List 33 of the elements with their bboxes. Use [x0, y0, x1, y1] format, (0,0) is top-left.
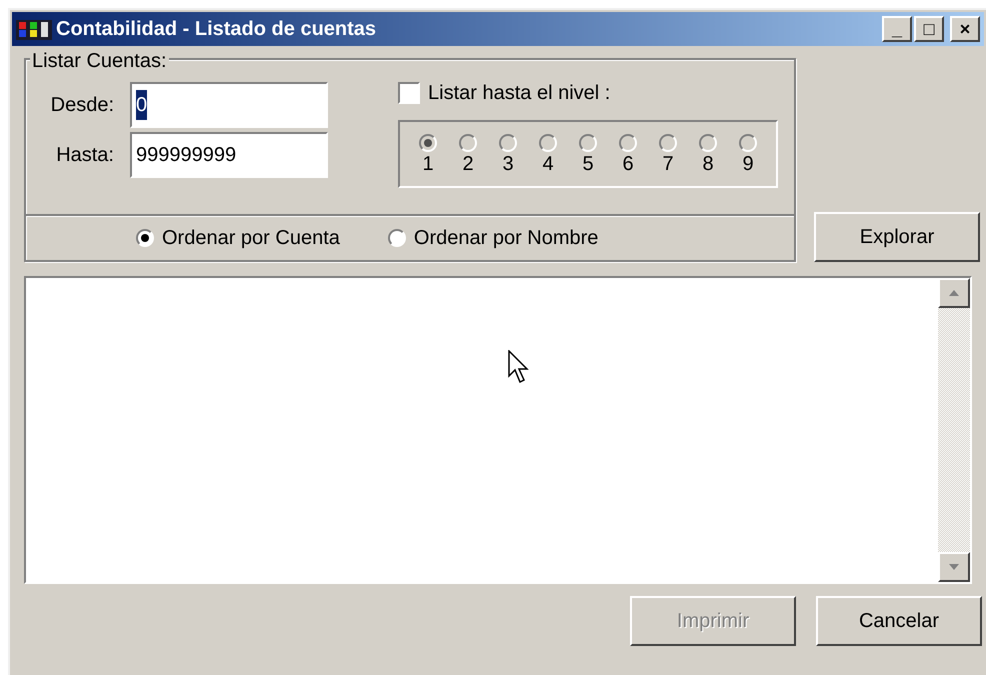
scroll-down-button[interactable] [938, 552, 970, 582]
button[interactable]: Cancelar [816, 596, 982, 646]
field-value: 0 [136, 90, 148, 120]
window-control-button[interactable]: _ [882, 16, 912, 42]
radio-label: Ordenar por Cuenta [162, 226, 340, 251]
radio-button[interactable] [388, 229, 406, 247]
input-field[interactable]: 0 [130, 82, 328, 128]
radio-label: 2 [462, 154, 474, 174]
window-control-button[interactable]: □ [914, 16, 944, 42]
button[interactable]: Explorar [814, 212, 980, 262]
radio-label: 5 [582, 154, 594, 174]
input-field[interactable]: 999999999 [130, 132, 328, 178]
window-control-button[interactable]: × [950, 16, 980, 42]
scroll-up-button[interactable] [938, 278, 970, 308]
down-arrow-icon [949, 564, 959, 570]
radio-label: 7 [662, 154, 674, 174]
scrollbar[interactable] [938, 278, 970, 582]
window-title: Contabilidad - Listado de cuentas [56, 17, 378, 42]
radio-label: 4 [542, 154, 554, 174]
checkbox[interactable] [398, 82, 420, 104]
field-value: 999999999 [136, 143, 236, 168]
checkbox-label: Listar hasta el nivel : [428, 81, 610, 106]
radio-label: 1 [422, 154, 434, 174]
radio-label: 6 [622, 154, 634, 174]
field-label: Hasta: [55, 143, 114, 168]
radio-label: 9 [742, 154, 754, 174]
field-label: Desde: [50, 93, 114, 118]
radio-button[interactable] [136, 229, 154, 247]
radio-label: Ordenar por Nombre [414, 226, 598, 251]
radio-label: 3 [502, 154, 514, 174]
up-arrow-icon [949, 290, 959, 296]
mouse-pointer-icon [508, 350, 530, 384]
radio-label: 8 [702, 154, 714, 174]
